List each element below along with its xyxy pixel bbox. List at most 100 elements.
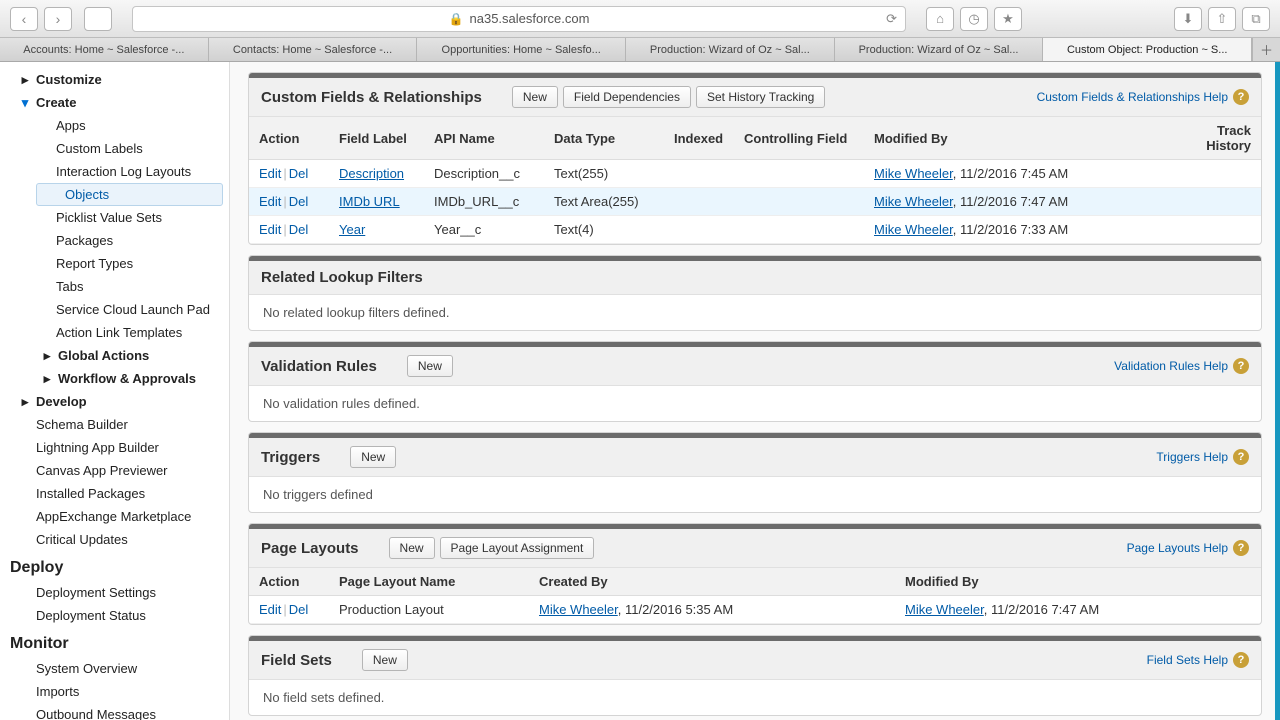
modified-by-link[interactable]: Mike Wheeler <box>905 602 984 617</box>
sidebar-develop[interactable]: ▸Develop <box>0 390 229 413</box>
sidebar-item-objects[interactable]: Objects <box>36 183 223 206</box>
sidebar-item-critical[interactable]: Critical Updates <box>0 528 229 551</box>
field-label-link[interactable]: Year <box>339 222 365 237</box>
col-data-type[interactable]: Data Type <box>544 117 664 160</box>
show-sidebar-button[interactable] <box>84 7 112 31</box>
col-modified-by[interactable]: Modified By <box>895 568 1261 596</box>
layout-name-cell: Production Layout <box>329 596 529 624</box>
reload-icon[interactable]: ⟳ <box>886 11 897 27</box>
browser-tab[interactable]: Contacts: Home ~ Salesforce -... <box>209 38 418 61</box>
sidebar-item-appexchange[interactable]: AppExchange Marketplace <box>0 505 229 528</box>
address-bar[interactable]: 🔒 na35.salesforce.com ⟳ <box>132 6 906 32</box>
sidebar-item-lightning[interactable]: Lightning App Builder <box>0 436 229 459</box>
downloads-button[interactable]: ⬇ <box>1174 7 1202 31</box>
col-layout-name[interactable]: Page Layout Name <box>329 568 529 596</box>
page-layout-assignment-button[interactable]: Page Layout Assignment <box>440 537 595 559</box>
browser-tab[interactable]: Production: Wizard of Oz ~ Sal... <box>835 38 1044 61</box>
sidebar-monitor-header[interactable]: Monitor <box>0 627 229 657</box>
data-type-cell: Text(4) <box>544 216 664 244</box>
sidebar-item-installed[interactable]: Installed Packages <box>0 482 229 505</box>
set-history-tracking-button[interactable]: Set History Tracking <box>696 86 825 108</box>
new-field-set-button[interactable]: New <box>362 649 408 671</box>
help-icon[interactable]: ? <box>1233 89 1249 105</box>
sidebar-item-system-overview[interactable]: System Overview <box>0 657 229 680</box>
panel-title: Triggers <box>261 449 320 466</box>
sidebar-item-deploy-status[interactable]: Deployment Status <box>0 604 229 627</box>
sidebar-item-apps[interactable]: Apps <box>0 114 229 137</box>
help-icon[interactable]: ? <box>1233 449 1249 465</box>
field-sets-help-link[interactable]: Field Sets Help <box>1147 653 1228 667</box>
col-created-by[interactable]: Created By <box>529 568 895 596</box>
bookmarks-button[interactable]: ★ <box>994 7 1022 31</box>
col-indexed[interactable]: Indexed <box>664 117 734 160</box>
edit-link[interactable]: Edit <box>259 166 281 181</box>
api-name-cell: Description__c <box>424 160 544 188</box>
field-label-link[interactable]: IMDb URL <box>339 194 400 209</box>
col-track-history[interactable]: Track History <box>1161 117 1261 160</box>
edit-link[interactable]: Edit <box>259 222 281 237</box>
help-icon[interactable]: ? <box>1233 652 1249 668</box>
back-button[interactable]: ‹ <box>10 7 38 31</box>
history-button[interactable]: ◷ <box>960 7 988 31</box>
custom-fields-help-link[interactable]: Custom Fields & Relationships Help <box>1037 90 1228 104</box>
edit-link[interactable]: Edit <box>259 194 281 209</box>
modified-by-link[interactable]: Mike Wheeler <box>874 166 953 181</box>
table-row: Edit|Del IMDb URL IMDb_URL__c Text Area(… <box>249 188 1261 216</box>
sidebar-item-interaction-log[interactable]: Interaction Log Layouts <box>0 160 229 183</box>
sidebar-customize[interactable]: ▸Customize <box>0 68 229 91</box>
modified-by-link[interactable]: Mike Wheeler <box>874 194 953 209</box>
page-layouts-panel: Page Layouts New Page Layout Assignment … <box>248 523 1262 625</box>
del-link[interactable]: Del <box>289 166 309 181</box>
share-button[interactable]: ⇧ <box>1208 7 1236 31</box>
help-icon[interactable]: ? <box>1233 540 1249 556</box>
sidebar-global-actions[interactable]: ▸Global Actions <box>0 344 229 367</box>
browser-tab[interactable]: Accounts: Home ~ Salesforce -... <box>0 38 209 61</box>
browser-tab-active[interactable]: Custom Object: Production ~ S... <box>1043 38 1252 61</box>
del-link[interactable]: Del <box>289 222 309 237</box>
field-sets-empty-text: No field sets defined. <box>249 680 1261 715</box>
panel-title: Related Lookup Filters <box>261 269 423 286</box>
help-icon[interactable]: ? <box>1233 358 1249 374</box>
forward-button[interactable]: › <box>44 7 72 31</box>
sidebar-item-imports[interactable]: Imports <box>0 680 229 703</box>
triggers-help-link[interactable]: Triggers Help <box>1156 450 1228 464</box>
col-modified-by[interactable]: Modified By <box>864 117 1161 160</box>
new-trigger-button[interactable]: New <box>350 446 396 468</box>
field-dependencies-button[interactable]: Field Dependencies <box>563 86 691 108</box>
del-link[interactable]: Del <box>289 194 309 209</box>
browser-tab[interactable]: Production: Wizard of Oz ~ Sal... <box>626 38 835 61</box>
expand-icon: ▸ <box>18 73 32 87</box>
edit-link[interactable]: Edit <box>259 602 281 617</box>
sidebar-deploy-header[interactable]: Deploy <box>0 551 229 581</box>
sidebar-item-deploy-settings[interactable]: Deployment Settings <box>0 581 229 604</box>
new-field-button[interactable]: New <box>512 86 558 108</box>
validation-help-link[interactable]: Validation Rules Help <box>1114 359 1228 373</box>
sidebar-item-custom-labels[interactable]: Custom Labels <box>0 137 229 160</box>
tabs-button[interactable]: ⧉ <box>1242 7 1270 31</box>
sidebar-item-picklist[interactable]: Picklist Value Sets <box>0 206 229 229</box>
sidebar-item-action-link[interactable]: Action Link Templates <box>0 321 229 344</box>
new-validation-button[interactable]: New <box>407 355 453 377</box>
sidebar-item-tabs[interactable]: Tabs <box>0 275 229 298</box>
sidebar-create[interactable]: ▾Create <box>0 91 229 114</box>
col-api-name[interactable]: API Name <box>424 117 544 160</box>
field-label-link[interactable]: Description <box>339 166 404 181</box>
modified-by-link[interactable]: Mike Wheeler <box>874 222 953 237</box>
sidebar-item-outbound[interactable]: Outbound Messages <box>0 703 229 720</box>
sidebar-item-report-types[interactable]: Report Types <box>0 252 229 275</box>
new-tab-button[interactable]: ＋ <box>1252 38 1280 61</box>
sidebar-workflow[interactable]: ▸Workflow & Approvals <box>0 367 229 390</box>
page-layouts-help-link[interactable]: Page Layouts Help <box>1127 541 1228 555</box>
home-button[interactable]: ⌂ <box>926 7 954 31</box>
col-field-label[interactable]: Field Label <box>329 117 424 160</box>
sidebar-item-canvas[interactable]: Canvas App Previewer <box>0 459 229 482</box>
created-by-link[interactable]: Mike Wheeler <box>539 602 618 617</box>
del-link[interactable]: Del <box>289 602 309 617</box>
sidebar-item-service-cloud[interactable]: Service Cloud Launch Pad <box>0 298 229 321</box>
new-page-layout-button[interactable]: New <box>389 537 435 559</box>
sidebar-item-schema[interactable]: Schema Builder <box>0 413 229 436</box>
modified-ts: , 11/2/2016 7:33 AM <box>953 222 1068 237</box>
col-controlling[interactable]: Controlling Field <box>734 117 864 160</box>
sidebar-item-packages[interactable]: Packages <box>0 229 229 252</box>
browser-tab[interactable]: Opportunities: Home ~ Salesfo... <box>417 38 626 61</box>
